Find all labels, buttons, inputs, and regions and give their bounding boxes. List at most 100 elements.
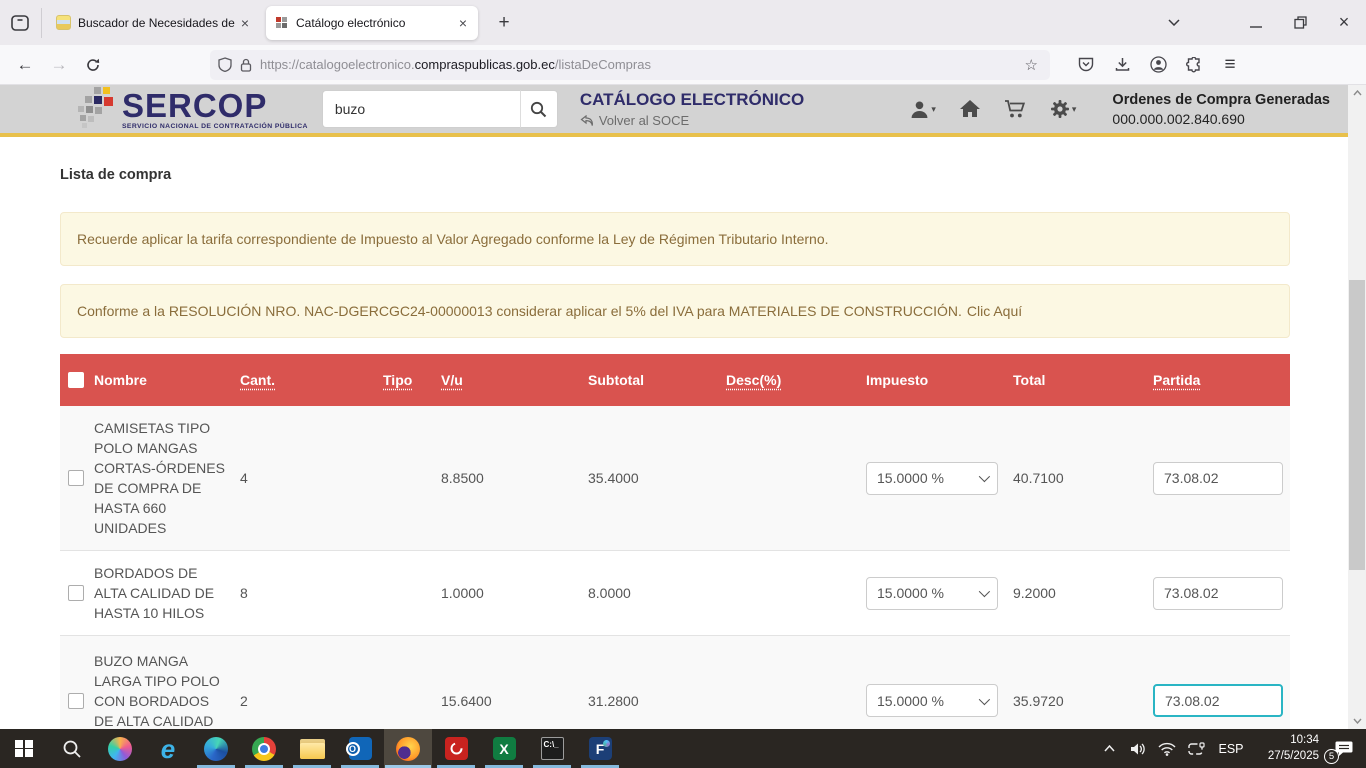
cart-button[interactable] (1004, 99, 1026, 119)
minimize-button[interactable] (1234, 6, 1278, 40)
date: 27/5/2025 (1255, 749, 1319, 765)
taskbar-search-button[interactable] (48, 729, 96, 768)
user-menu-button[interactable]: ▾ (910, 100, 936, 119)
language-indicator[interactable]: ESP (1214, 742, 1248, 756)
pocket-icon[interactable] (1068, 48, 1104, 82)
column-header-partida[interactable]: Partida (1153, 372, 1290, 388)
file-explorer-icon (300, 739, 325, 759)
tab-buscador[interactable]: Buscador de Necesidades de Co × (48, 6, 260, 40)
settings-menu-button[interactable]: ▾ (1050, 99, 1077, 119)
shield-icon[interactable] (218, 57, 232, 72)
tab-favicon-ecuador-icon (56, 15, 71, 30)
page-content: Lista de compra Recuerde aplicar la tari… (0, 137, 1348, 729)
cell-total: 9.2000 (1013, 585, 1153, 601)
wifi-icon[interactable] (1156, 734, 1178, 764)
clic-aqui-link[interactable]: Clic Aquí (967, 303, 1022, 319)
chrome-button[interactable] (240, 729, 288, 768)
windows-logo-icon (15, 740, 33, 758)
orders-number: 000.000.002.840.690 (1112, 111, 1330, 127)
sercop-logo[interactable]: SERCOP SERVICIO NACIONAL DE CONTRATACIÓN… (78, 87, 308, 131)
user-icon (910, 100, 929, 119)
shopping-list-table: Nombre Cant. Tipo V/u Subtotal Desc(%) I… (60, 354, 1290, 729)
tab-bar: Buscador de Necesidades de Co × Catálogo… (0, 0, 1366, 45)
row-checkbox[interactable] (68, 585, 84, 601)
column-header-cant[interactable]: Cant. (240, 372, 383, 388)
impuesto-select[interactable]: 15.0000 % (866, 462, 998, 495)
download-icon[interactable] (1104, 48, 1140, 82)
column-header-nombre: Nombre (94, 358, 240, 402)
column-header-tipo[interactable]: Tipo (383, 372, 441, 388)
clock[interactable]: 10:34 27/5/2025 (1255, 733, 1319, 764)
reload-button[interactable] (76, 50, 110, 80)
windows-taskbar: e O (0, 729, 1366, 768)
resolution-alert: Conforme a la RESOLUCIÓN NRO. NAC-DGERCG… (60, 284, 1290, 338)
app-f-button[interactable]: F (576, 729, 624, 768)
scrollbar-thumb[interactable] (1349, 280, 1365, 570)
tab-close-icon[interactable]: × (238, 15, 252, 31)
account-icon[interactable] (1140, 48, 1176, 82)
new-tab-button[interactable]: + (490, 12, 518, 34)
cell-total: 35.9720 (1013, 693, 1153, 709)
cell-nombre: BUZO MANGA LARGA TIPO POLO CON BORDADOS … (94, 639, 240, 730)
impuesto-select[interactable]: 15.0000 % (866, 577, 998, 610)
edge-button[interactable] (192, 729, 240, 768)
forward-button: → (42, 50, 76, 80)
table-header-row: Nombre Cant. Tipo V/u Subtotal Desc(%) I… (60, 354, 1290, 406)
firefox-view-button[interactable] (8, 8, 42, 38)
column-header-vu[interactable]: V/u (441, 372, 588, 388)
home-button[interactable] (960, 100, 980, 118)
row-checkbox[interactable] (68, 470, 84, 486)
orders-counter: Ordenes de Compra Generadas 000.000.002.… (1112, 92, 1330, 127)
tray-chevron-icon[interactable] (1098, 734, 1120, 764)
partida-input[interactable] (1153, 462, 1283, 495)
tab-catalogo[interactable]: Catálogo electrónico × (266, 6, 478, 40)
tab-close-icon[interactable]: × (456, 15, 470, 31)
bookmark-star-icon[interactable]: ☆ (1021, 56, 1042, 74)
copilot-button[interactable] (96, 729, 144, 768)
tab-favicon-sercop-icon (274, 15, 289, 30)
search-button[interactable] (520, 90, 558, 128)
tray-monitor-icon[interactable] (1185, 734, 1207, 764)
start-button[interactable] (0, 729, 48, 768)
scroll-down-icon[interactable] (1348, 713, 1366, 729)
tab-title: Catálogo electrónico (296, 16, 456, 30)
excel-icon: X (493, 737, 516, 760)
terminal-button[interactable]: C:\_ (528, 729, 576, 768)
volume-icon[interactable] (1127, 734, 1149, 764)
cell-total: 40.7100 (1013, 470, 1153, 486)
sercop-header: SERCOP SERVICIO NACIONAL DE CONTRATACIÓN… (0, 85, 1366, 137)
file-explorer-button[interactable] (288, 729, 336, 768)
search-input[interactable] (322, 90, 520, 128)
excel-button[interactable]: X (480, 729, 528, 768)
extensions-icon[interactable] (1176, 48, 1212, 82)
column-header-impuesto: Impuesto (866, 372, 1013, 388)
page-scrollbar[interactable] (1348, 85, 1366, 729)
return-arrow-icon (580, 115, 594, 127)
cell-vu: 1.0000 (441, 585, 588, 601)
cell-vu: 8.8500 (441, 470, 588, 486)
tab-list-chevron-icon[interactable] (1152, 6, 1196, 40)
close-button[interactable]: × (1322, 6, 1366, 40)
column-header-desc[interactable]: Desc(%) (726, 372, 866, 388)
lock-icon[interactable] (240, 58, 252, 72)
action-center-button[interactable]: 5 (1326, 734, 1360, 764)
partida-input-focused[interactable] (1153, 684, 1283, 717)
volver-al-soce-link[interactable]: Volver al SOCE (580, 113, 804, 128)
partida-input[interactable] (1153, 577, 1283, 610)
back-button[interactable]: ← (8, 50, 42, 80)
firefox-button[interactable] (384, 729, 432, 768)
url-bar[interactable]: https://catalogoelectronico.compraspubli… (210, 50, 1050, 80)
impuesto-select[interactable]: 15.0000 % (866, 684, 998, 717)
cell-subtotal: 8.0000 (588, 585, 726, 601)
maximize-button[interactable] (1278, 6, 1322, 40)
outlook-button[interactable]: O (336, 729, 384, 768)
select-all-checkbox[interactable] (68, 372, 84, 388)
internet-explorer-button[interactable]: e (144, 729, 192, 768)
row-checkbox[interactable] (68, 693, 84, 709)
scroll-up-icon[interactable] (1348, 85, 1366, 101)
acrobat-button[interactable] (432, 729, 480, 768)
menu-icon[interactable]: ≡ (1212, 48, 1248, 82)
outlook-icon: O (349, 737, 372, 760)
column-header-subtotal: Subtotal (588, 372, 726, 388)
cell-nombre: BORDADOS DE ALTA CALIDAD DE HASTA 10 HIL… (94, 551, 240, 635)
